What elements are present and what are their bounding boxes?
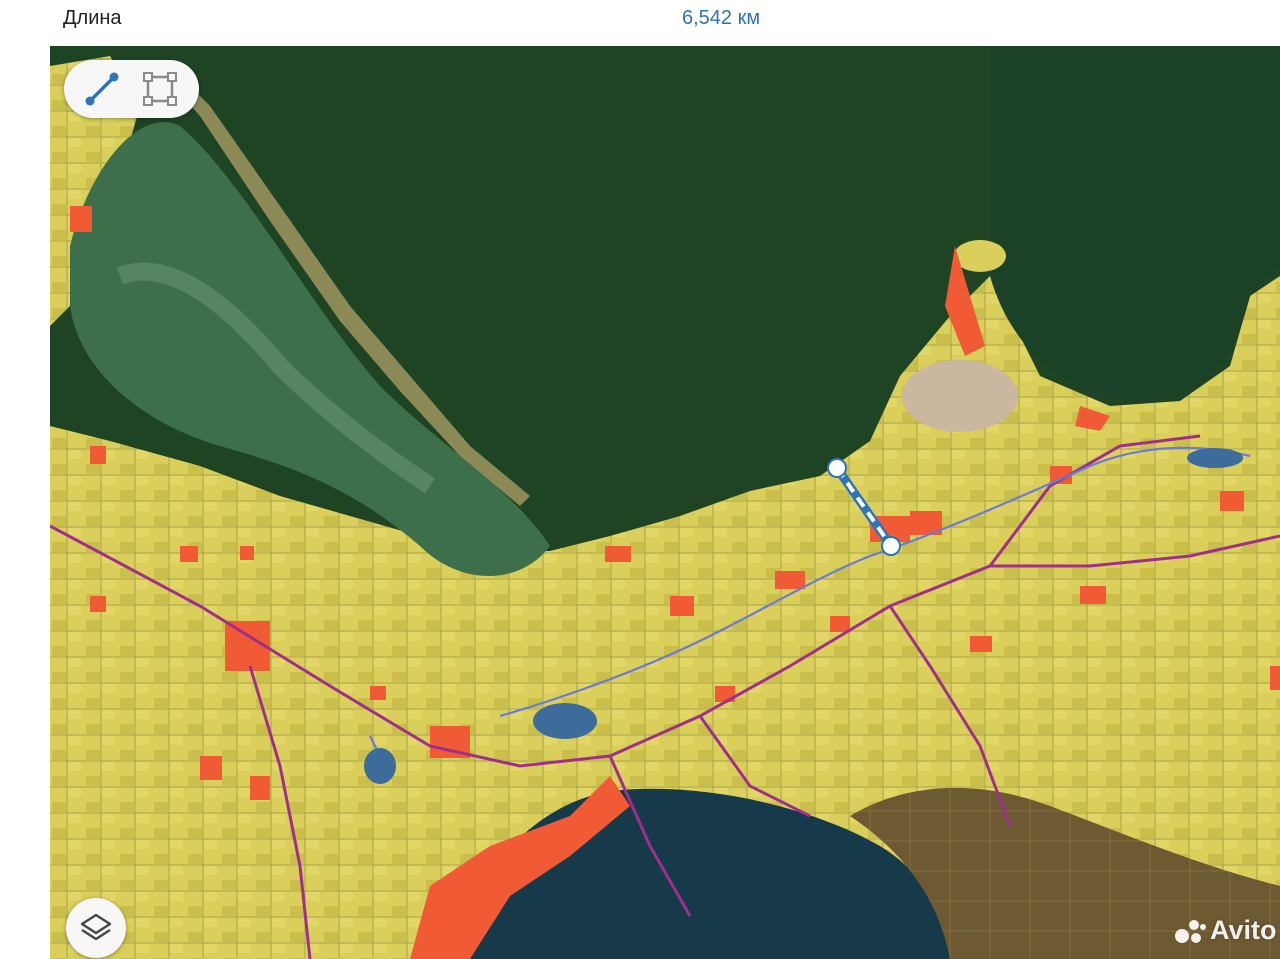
avito-logo-icon [1175,920,1206,943]
layers-icon [80,913,112,941]
measurement-end-point[interactable] [881,536,901,556]
pond [364,748,396,784]
avito-watermark: Avito [1174,914,1277,950]
length-label: Длина [63,7,122,29]
island [954,240,1006,272]
line-measure-button[interactable] [82,69,122,109]
measurement-header: Длина 6,542 км [50,0,1280,47]
left-margin [0,0,50,959]
ruler-line-icon [85,72,119,106]
measure-tool-palette [64,60,199,118]
avito-watermark-text: Avito [1210,915,1277,945]
measurement-start-point[interactable] [827,458,847,478]
satellite-map[interactable]: Avito [50,46,1280,959]
pond [533,703,597,739]
polygon-area-icon [143,72,177,106]
pond [1187,448,1243,468]
length-value: 6,542 км [682,7,761,29]
area-measure-button[interactable] [140,69,180,109]
salt-lake [902,360,1018,432]
map-terrain [50,46,1280,959]
layers-button[interactable] [66,898,126,958]
